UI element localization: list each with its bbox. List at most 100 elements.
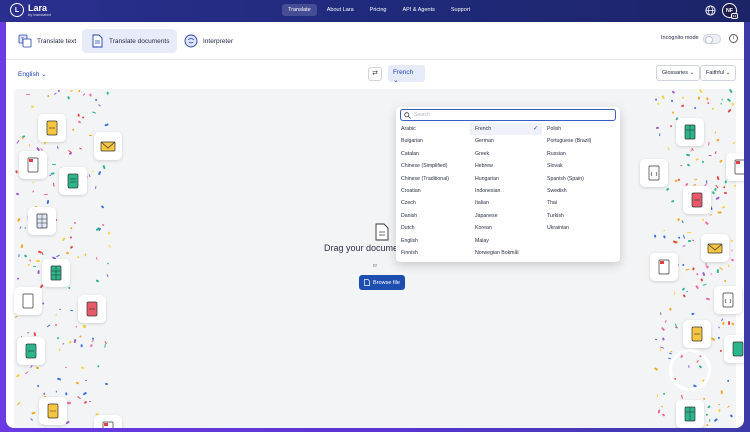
language-option[interactable]: Croatian [396, 185, 421, 197]
confetti-piece [68, 340, 72, 344]
nav-about-lara[interactable]: About Lara [321, 4, 360, 16]
language-option[interactable]: Malay [470, 235, 489, 247]
language-option[interactable]: Japanese [470, 210, 498, 222]
code-file-icon [22, 293, 34, 309]
search-placeholder: Search [414, 112, 430, 118]
language-option[interactable]: English [396, 235, 418, 247]
mode-interpreter[interactable]: Interpreter [176, 29, 241, 53]
language-option[interactable]: Spanish (Spain) [542, 173, 584, 185]
browse-file-button[interactable]: Browse file [359, 275, 405, 290]
document-dropzone[interactable]: Drag your document here or Browse file [14, 88, 744, 428]
doc-yellow-icon [47, 403, 59, 419]
chevron-down-icon: ⌄ [689, 70, 695, 76]
language-option[interactable]: Ukrainian [542, 222, 569, 234]
confetti-piece [76, 113, 80, 117]
language-option[interactable]: Indonesian [470, 185, 500, 197]
language-option[interactable]: Swedish [542, 185, 567, 197]
language-option[interactable]: Catalan [396, 148, 419, 160]
globe-icon[interactable] [705, 5, 716, 16]
confetti-piece [16, 277, 20, 281]
confetti-piece [653, 367, 659, 372]
confetti-piece [52, 163, 57, 166]
nav-pricing[interactable]: Pricing [364, 4, 393, 16]
language-option[interactable]: Chinese (Traditional) [396, 173, 449, 185]
language-option[interactable]: Thai [542, 197, 557, 209]
language-option[interactable]: Turkish [542, 210, 564, 222]
document-tile [94, 415, 122, 428]
pdf-icon [734, 159, 744, 175]
language-option[interactable]: Dutch [396, 222, 415, 234]
confetti-piece [35, 259, 40, 262]
lara-logo[interactable]: L Lara by translated [10, 3, 51, 17]
chevron-down-icon: ⌄ [725, 70, 731, 76]
language-option[interactable]: Russian [542, 148, 566, 160]
user-avatar[interactable]: NF 14 [722, 3, 738, 19]
confetti-piece [23, 254, 28, 259]
document-icon [92, 34, 103, 48]
confetti-piece [25, 371, 29, 375]
language-option[interactable]: Bulgarian [396, 135, 423, 147]
source-language-select[interactable]: English ⌄ [14, 67, 51, 81]
confetti-piece [28, 259, 31, 262]
confetti-piece [718, 158, 724, 163]
confetti-piece [59, 308, 62, 311]
confetti-piece [96, 364, 100, 368]
interpreter-icon [184, 34, 198, 48]
confetti-piece [724, 191, 728, 195]
language-option[interactable]: Hebrew [470, 160, 493, 172]
language-option[interactable]: Chinese (Simplified) [396, 160, 447, 172]
confetti-piece [14, 315, 18, 319]
glossaries-button[interactable]: Glossaries ⌄ [656, 65, 701, 81]
language-option[interactable]: Portuguese (Brazil) [542, 135, 591, 147]
language-option[interactable]: Korean [470, 222, 492, 234]
swap-languages-button[interactable]: ⇄ [368, 67, 382, 81]
dropzone-or: or [372, 263, 378, 269]
mode-translate-text[interactable]: T Translate text [10, 29, 84, 53]
confetti-piece [72, 128, 75, 132]
confetti-piece [705, 297, 710, 301]
language-option[interactable]: Danish [396, 210, 417, 222]
language-option[interactable]: French ✓ [470, 123, 542, 135]
confetti-piece [64, 366, 68, 369]
confetti-piece [77, 89, 81, 93]
language-option[interactable]: Finnish [396, 247, 418, 259]
confetti-piece [685, 153, 690, 157]
document-tile [676, 400, 704, 428]
language-option[interactable]: Hungarian [470, 173, 499, 185]
confetti-piece [66, 401, 71, 404]
confetti-piece [657, 393, 659, 397]
info-icon[interactable]: i [729, 34, 738, 43]
language-option[interactable]: Slovak [542, 160, 563, 172]
confetti-piece [728, 88, 733, 93]
language-option[interactable]: Arabic [396, 123, 416, 135]
document-tile [683, 186, 711, 214]
confetti-piece [56, 377, 61, 382]
incognito-toggle[interactable] [703, 34, 721, 44]
nav-translate[interactable]: Translate [282, 4, 317, 16]
language-search-input[interactable]: Search [400, 109, 616, 121]
nav-api-agents[interactable]: API & Agents [396, 4, 440, 16]
language-option[interactable]: Czech [396, 197, 416, 209]
style-select[interactable]: Faithful ⌄ [700, 65, 737, 81]
confetti-piece [724, 180, 727, 184]
language-option[interactable]: German [470, 135, 494, 147]
mode-translate-documents[interactable]: Translate documents [82, 29, 178, 53]
confetti-piece [680, 165, 683, 167]
language-option[interactable]: Italian [470, 197, 489, 209]
confetti-piece [661, 405, 664, 408]
pdf-icon [27, 157, 39, 173]
language-option[interactable]: Norwegian Bokmål [470, 247, 519, 259]
document-tile [676, 118, 704, 146]
language-option[interactable]: Polish [542, 123, 561, 135]
confetti-piece [56, 336, 60, 339]
confetti-piece [68, 286, 72, 290]
confetti-piece [665, 319, 668, 324]
language-option[interactable]: Greek [470, 148, 489, 160]
glossaries-label: Glossaries [662, 70, 688, 76]
confetti-piece [698, 88, 703, 93]
confetti-piece [708, 418, 710, 423]
target-language-select[interactable]: French ⌄ [388, 65, 425, 84]
nav-support[interactable]: Support [445, 4, 476, 16]
confetti-piece [65, 391, 68, 395]
confetti-piece [15, 192, 20, 196]
